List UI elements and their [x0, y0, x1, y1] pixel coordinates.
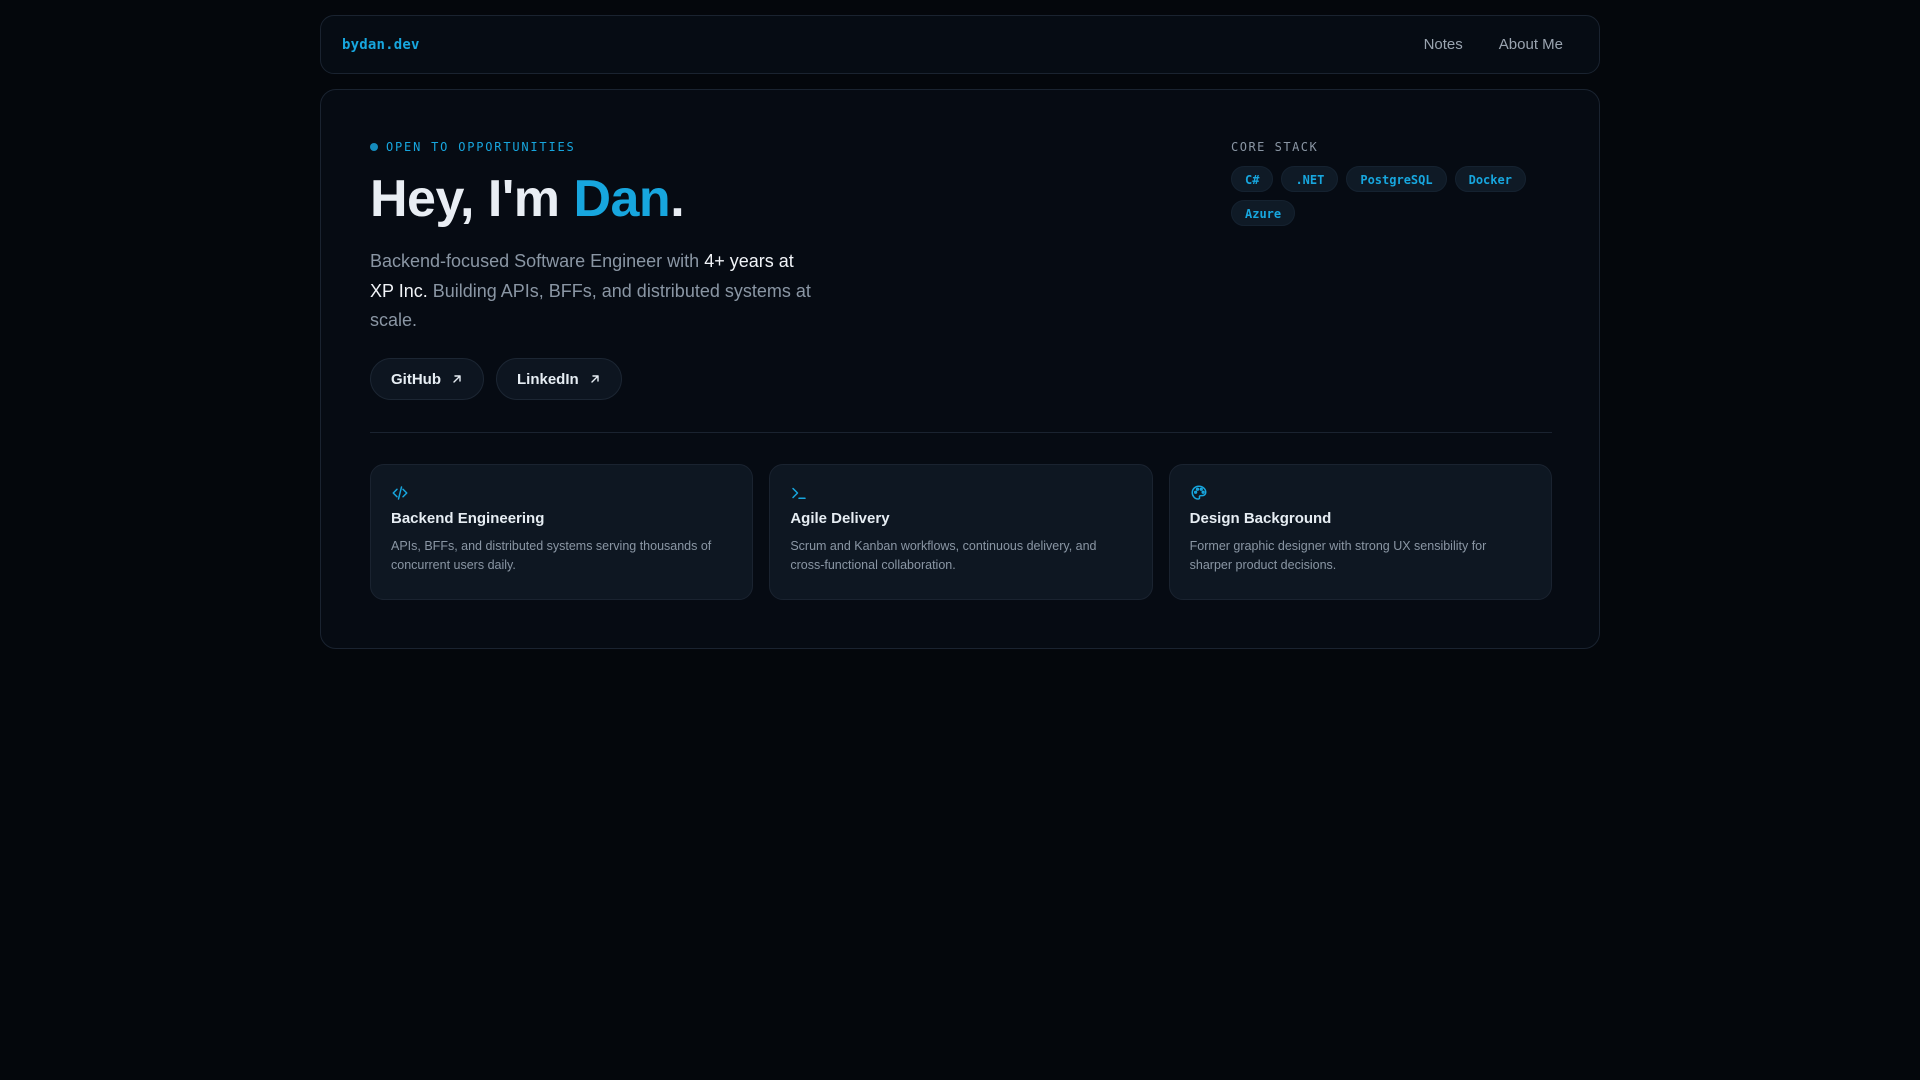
bio-part-1: Backend-focused Software Engineer with	[370, 251, 705, 271]
card-description: APIs, BFFs, and distributed systems serv…	[391, 539, 712, 572]
hero-panel: OPEN TO OPPORTUNITIES Hey, I'm Dan. Back…	[320, 89, 1600, 649]
code-icon	[392, 486, 408, 500]
top-navbar: bydan.dev Notes About Me	[320, 15, 1600, 74]
brand-link[interactable]: bydan.dev	[342, 37, 420, 53]
page-title: Hey, I'm Dan.	[370, 168, 685, 230]
bio-part-2: Building APIs, BFFs, and distributed sys…	[370, 280, 811, 331]
title-name: Dan	[573, 170, 671, 228]
card-design-background: Design Background Former graphic designe…	[1168, 464, 1552, 600]
card-description: Former graphic designer with strong UX s…	[1189, 539, 1487, 572]
social-links: GitHub LinkedIn	[370, 358, 622, 400]
stack-chip-dotnet: .NET	[1281, 166, 1339, 192]
nav-link-notes[interactable]: Notes	[1424, 36, 1463, 53]
nav-links: Notes About Me	[1424, 36, 1563, 53]
title-prefix: Hey, I'm	[370, 170, 574, 228]
github-button[interactable]: GitHub	[370, 358, 484, 400]
title-suffix: .	[670, 170, 685, 228]
card-backend-engineering: Backend Engineering APIs, BFFs, and dist…	[370, 464, 754, 600]
stack-chip-csharp: C#	[1231, 166, 1274, 192]
arrow-up-right-icon	[590, 375, 599, 383]
stack-chip-azure: Azure	[1231, 200, 1296, 226]
feature-cards: Backend Engineering APIs, BFFs, and dist…	[370, 464, 1552, 600]
github-button-label: GitHub	[391, 370, 441, 388]
card-title: Agile Delivery	[790, 510, 890, 527]
status-indicator: OPEN TO OPPORTUNITIES	[370, 140, 576, 154]
stack-chips: C# .NET PostgreSQL Docker Azure	[1231, 166, 1531, 226]
stack-chip-postgresql: PostgreSQL	[1346, 166, 1447, 192]
core-stack-label: CORE STACK	[1231, 140, 1319, 154]
nav-link-about-me[interactable]: About Me	[1499, 36, 1563, 53]
status-text: OPEN TO OPPORTUNITIES	[386, 140, 576, 154]
linkedin-button-label: LinkedIn	[517, 370, 579, 388]
stack-chip-docker: Docker	[1454, 166, 1526, 192]
section-divider	[370, 432, 1552, 433]
card-title: Backend Engineering	[391, 510, 545, 527]
card-title: Design Background	[1189, 510, 1332, 527]
palette-icon	[1191, 485, 1207, 500]
arrow-up-right-icon	[453, 375, 461, 383]
bio-text: Backend-focused Software Engineer with 4…	[370, 247, 820, 336]
card-description: Scrum and Kanban workflows, continuous d…	[790, 539, 1097, 572]
terminal-icon	[792, 487, 807, 499]
linkedin-button[interactable]: LinkedIn	[496, 358, 622, 400]
status-dot-icon	[370, 143, 378, 151]
core-stack: CORE STACK C# .NET PostgreSQL Docker Azu…	[1231, 140, 1531, 226]
card-agile-delivery: Agile Delivery Scrum and Kanban workflow…	[769, 464, 1153, 600]
